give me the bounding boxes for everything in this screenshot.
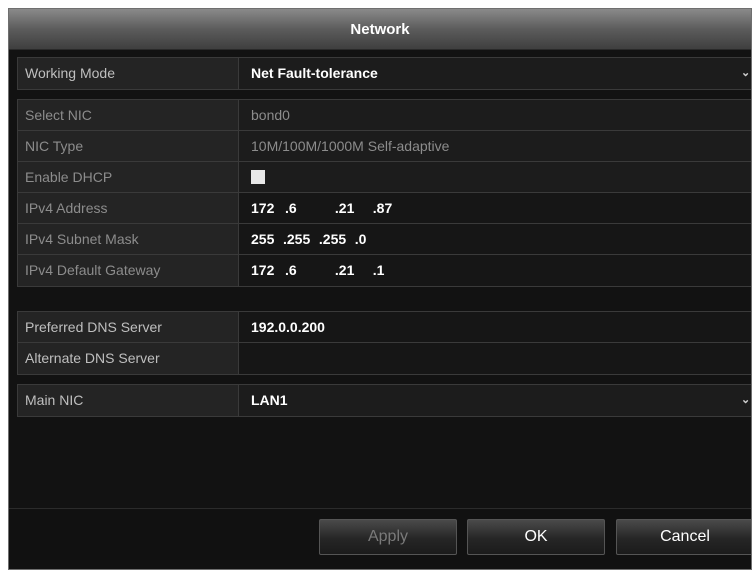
alternate-dns-input[interactable] xyxy=(239,343,751,374)
nic-type-row: NIC Type 10M/100M/1000M Self-adaptive xyxy=(18,131,751,162)
nic-type-label: NIC Type xyxy=(18,131,239,161)
apply-button[interactable]: Apply xyxy=(319,519,457,555)
main-nic-row: Main NIC LAN1 ⌄ xyxy=(18,385,751,416)
ipv4-address-field[interactable]: 172 .6 . 21 . 87 xyxy=(239,193,751,223)
main-nic-value: LAN1 xyxy=(251,392,288,408)
preferred-dns-input[interactable]: 192.0.0.200 xyxy=(239,312,751,342)
cancel-button[interactable]: Cancel xyxy=(616,519,751,555)
working-mode-group: Working Mode Net Fault-tolerance ⌄ xyxy=(17,57,751,90)
ipv4-subnet-mask-row: IPv4 Subnet Mask 255 . 255 . 255 .0 xyxy=(18,224,751,255)
enable-dhcp-checkbox[interactable] xyxy=(251,169,265,184)
alternate-dns-label: Alternate DNS Server xyxy=(18,343,239,374)
main-nic-dropdown[interactable]: LAN1 ⌄ xyxy=(239,385,751,416)
title-bar: Network xyxy=(9,9,751,50)
ipv4-subnet-mask-label: IPv4 Subnet Mask xyxy=(18,224,239,254)
network-dialog: Network Working Mode Net Fault-tolerance… xyxy=(8,8,752,570)
working-mode-label: Working Mode xyxy=(18,58,239,89)
main-nic-group: Main NIC LAN1 ⌄ xyxy=(17,384,751,417)
button-bar: Apply OK Cancel xyxy=(9,508,751,569)
ok-button[interactable]: OK xyxy=(467,519,605,555)
ipv4-default-gateway-octet-3[interactable]: 21 xyxy=(339,255,373,285)
ipv4-address-octet-1[interactable]: 172 xyxy=(251,193,285,223)
chevron-down-icon: ⌄ xyxy=(741,394,751,406)
ipv4-default-gateway-field[interactable]: 172 .6 . 21 .1 xyxy=(239,255,751,286)
ipv4-address-label: IPv4 Address xyxy=(18,193,239,223)
ipv4-default-gateway-row: IPv4 Default Gateway 172 .6 . 21 .1 xyxy=(18,255,751,286)
ipv4-subnet-mask-octet-1[interactable]: 255 xyxy=(251,224,283,254)
select-nic-value: bond0 xyxy=(239,100,751,130)
select-nic-label: Select NIC xyxy=(18,100,239,130)
ipv4-subnet-mask-octet-4[interactable]: 0 xyxy=(359,224,391,254)
nic-settings-group: Select NIC bond0 NIC Type 10M/100M/1000M… xyxy=(17,99,751,287)
ipv4-default-gateway-octet-1[interactable]: 172 xyxy=(251,255,285,285)
ipv4-subnet-mask-field[interactable]: 255 . 255 . 255 .0 xyxy=(239,224,751,254)
working-mode-row: Working Mode Net Fault-tolerance ⌄ xyxy=(18,58,751,89)
nic-type-value: 10M/100M/1000M Self-adaptive xyxy=(239,131,751,161)
ipv4-address-octet-3[interactable]: 21 xyxy=(339,193,373,223)
enable-dhcp-cell xyxy=(239,162,751,192)
preferred-dns-row: Preferred DNS Server 192.0.0.200 xyxy=(18,312,751,343)
working-mode-value: Net Fault-tolerance xyxy=(251,65,378,81)
main-nic-label: Main NIC xyxy=(18,385,239,416)
working-mode-dropdown[interactable]: Net Fault-tolerance ⌄ xyxy=(239,58,751,89)
ipv4-address-octet-4[interactable]: 87 xyxy=(377,193,411,223)
ipv4-address-row: IPv4 Address 172 .6 . 21 . 87 xyxy=(18,193,751,224)
preferred-dns-label: Preferred DNS Server xyxy=(18,312,239,342)
alternate-dns-row: Alternate DNS Server xyxy=(18,343,751,374)
ipv4-subnet-mask-octet-2[interactable]: 255 xyxy=(287,224,319,254)
chevron-down-icon: ⌄ xyxy=(741,67,751,79)
ipv4-address-octet-2[interactable]: 6 xyxy=(289,193,323,223)
ipv4-default-gateway-octet-4[interactable]: 1 xyxy=(377,255,411,285)
ipv4-default-gateway-label: IPv4 Default Gateway xyxy=(18,255,239,286)
dialog-title: Network xyxy=(350,20,410,38)
ipv4-subnet-mask-octet-3[interactable]: 255 xyxy=(323,224,355,254)
dns-group: Preferred DNS Server 192.0.0.200 Alterna… xyxy=(17,311,751,375)
enable-dhcp-row: Enable DHCP xyxy=(18,162,751,193)
select-nic-row: Select NIC bond0 xyxy=(18,100,751,131)
enable-dhcp-label: Enable DHCP xyxy=(18,162,239,192)
ipv4-default-gateway-octet-2[interactable]: 6 xyxy=(289,255,323,285)
